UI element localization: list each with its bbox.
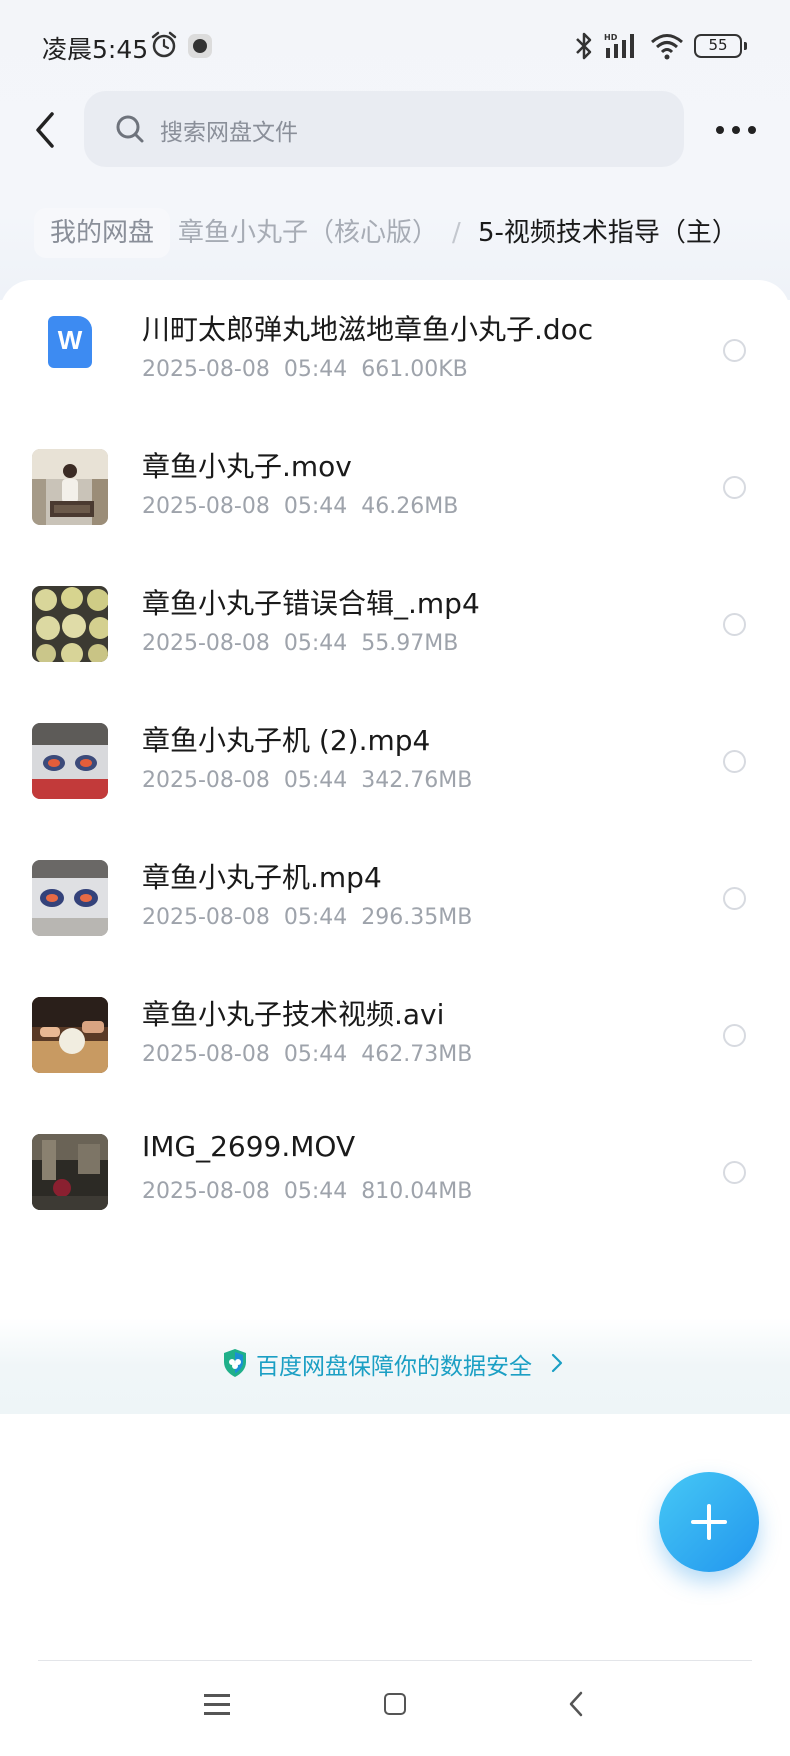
file-name: 章鱼小丸子错误合辑_.mp4 — [142, 587, 480, 620]
file-name: 章鱼小丸子技术视频.avi — [142, 998, 445, 1031]
file-date: 2025-08-08 — [142, 1042, 270, 1067]
video-thumbnail — [32, 723, 108, 799]
file-date: 2025-08-08 — [142, 357, 270, 382]
bluetooth-icon — [576, 32, 592, 60]
file-time: 05:44 — [283, 357, 348, 382]
file-size: 342.76MB — [361, 768, 473, 793]
file-time: 05:44 — [283, 494, 348, 519]
select-radio[interactable] — [723, 613, 746, 636]
file-row[interactable]: 章鱼小丸子机 (2).mp4 2025-08-08 05:44 342.76MB — [0, 691, 790, 828]
select-radio[interactable] — [723, 750, 746, 773]
app-notification-icon — [188, 34, 212, 58]
file-meta: 2025-08-08 05:44 342.76MB — [142, 768, 472, 793]
nav-back-button[interactable] — [568, 1690, 584, 1718]
file-meta: 2025-08-08 05:44 46.26MB — [142, 494, 458, 519]
file-size: 661.00KB — [361, 357, 468, 382]
back-button[interactable] — [28, 108, 62, 152]
file-time: 05:44 — [283, 1042, 348, 1067]
file-date: 2025-08-08 — [142, 494, 270, 519]
search-input[interactable]: 搜索网盘文件 — [84, 91, 684, 167]
security-banner[interactable]: 百度网盘保障你的数据安全 — [0, 1318, 790, 1414]
file-meta: 2025-08-08 05:44 462.73MB — [142, 1042, 472, 1067]
security-text: 百度网盘保障你的数据安全 — [256, 1354, 532, 1380]
hd-signal-icon: HD — [604, 33, 634, 58]
add-button[interactable] — [659, 1472, 759, 1572]
nav-menu-button[interactable] — [204, 1694, 230, 1716]
file-meta: 2025-08-08 05:44 661.00KB — [142, 357, 468, 382]
status-bar: 凌晨5:45 HD 55 — [0, 0, 790, 92]
file-name: 章鱼小丸子机.mp4 — [142, 861, 382, 894]
file-name: 章鱼小丸子.mov — [142, 450, 352, 483]
file-meta: 2025-08-08 05:44 810.04MB — [142, 1179, 472, 1204]
svg-text:HD: HD — [604, 33, 618, 42]
file-meta: 2025-08-08 05:44 296.35MB — [142, 905, 472, 930]
file-name: 川町太郎弹丸地滋地章鱼小丸子.doc — [142, 313, 594, 346]
file-date: 2025-08-08 — [142, 905, 270, 930]
file-meta: 2025-08-08 05:44 55.97MB — [142, 631, 458, 656]
alarm-icon — [151, 31, 177, 58]
file-row[interactable]: 章鱼小丸子错误合辑_.mp4 2025-08-08 05:44 55.97MB — [0, 554, 790, 691]
file-list: W 川町太郎弹丸地滋地章鱼小丸子.doc 2025-08-08 05:44 66… — [0, 280, 790, 1680]
file-time: 05:44 — [283, 905, 348, 930]
file-size: 462.73MB — [361, 1042, 473, 1067]
battery-icon: 55 — [694, 34, 747, 58]
shield-icon — [224, 1349, 246, 1377]
breadcrumb-separator: / — [452, 218, 461, 248]
video-thumbnail — [32, 449, 108, 525]
file-time: 05:44 — [283, 1179, 348, 1204]
chevron-right-icon — [551, 1353, 563, 1373]
file-size: 55.97MB — [361, 631, 459, 656]
video-thumbnail — [32, 997, 108, 1073]
search-placeholder: 搜索网盘文件 — [160, 120, 298, 146]
file-time: 05:44 — [283, 768, 348, 793]
select-radio[interactable] — [723, 887, 746, 910]
file-time: 05:44 — [283, 631, 348, 656]
file-row[interactable]: W 川町太郎弹丸地滋地章鱼小丸子.doc 2025-08-08 05:44 66… — [0, 280, 790, 417]
file-size: 46.26MB — [361, 494, 459, 519]
wifi-icon — [651, 34, 683, 60]
video-thumbnail — [32, 586, 108, 662]
file-row[interactable]: 章鱼小丸子.mov 2025-08-08 05:44 46.26MB — [0, 417, 790, 554]
file-row[interactable]: 章鱼小丸子技术视频.avi 2025-08-08 05:44 462.73MB — [0, 965, 790, 1102]
file-size: 296.35MB — [361, 905, 473, 930]
search-icon — [116, 115, 144, 143]
nav-divider — [38, 1660, 752, 1661]
breadcrumb-item-current: 5-视频技术指导（主） — [478, 218, 738, 248]
file-name: IMG_2699.MOV — [142, 1130, 356, 1163]
word-doc-icon: W — [48, 316, 92, 368]
breadcrumb-item-parent[interactable]: 章鱼小丸子（核心版） — [178, 208, 438, 258]
select-radio[interactable] — [723, 1161, 746, 1184]
file-row[interactable]: IMG_2699.MOV 2025-08-08 05:44 810.04MB — [0, 1102, 790, 1239]
select-radio[interactable] — [723, 339, 746, 362]
select-radio[interactable] — [723, 476, 746, 499]
video-thumbnail — [32, 1134, 108, 1210]
file-name: 章鱼小丸子机 (2).mp4 — [142, 724, 431, 757]
status-time: 凌晨5:45 — [42, 35, 149, 64]
file-date: 2025-08-08 — [142, 768, 270, 793]
file-date: 2025-08-08 — [142, 1179, 270, 1204]
select-radio[interactable] — [723, 1024, 746, 1047]
file-size: 810.04MB — [361, 1179, 473, 1204]
breadcrumb-item-root[interactable]: 我的网盘 — [34, 208, 171, 258]
nav-home-button[interactable] — [384, 1693, 406, 1715]
video-thumbnail — [32, 860, 108, 936]
file-date: 2025-08-08 — [142, 631, 270, 656]
breadcrumb: 章鱼小丸子（核心版） 我的网盘 / 5-视频技术指导（主） — [0, 200, 790, 264]
more-options-button[interactable] — [714, 112, 758, 148]
file-row[interactable]: 章鱼小丸子机.mp4 2025-08-08 05:44 296.35MB — [0, 828, 790, 965]
